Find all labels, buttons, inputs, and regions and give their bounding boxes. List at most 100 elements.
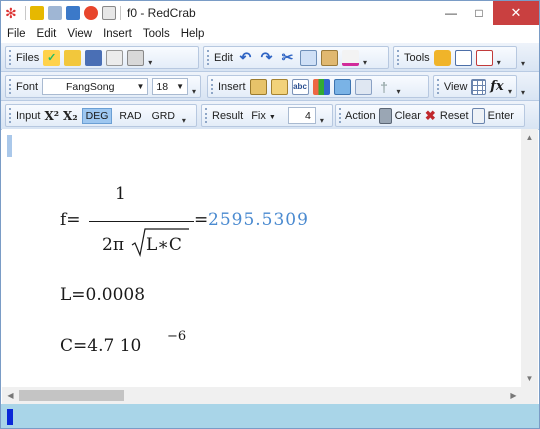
lock-icon[interactable] [433, 49, 451, 66]
check-icon[interactable]: ✓ [43, 49, 61, 66]
scroll-up-icon[interactable]: ▲ [521, 129, 538, 146]
toolbar-row-overflow-icon[interactable]: ▾ [521, 59, 525, 68]
toolbar-overflow-icon[interactable]: ▾ [192, 87, 196, 96]
quick-access-toolbar: ✻ [1, 6, 121, 20]
menu-help[interactable]: Help [181, 28, 205, 40]
window-title: f0 - RedCrab [127, 6, 196, 20]
deg-mode-button[interactable]: DEG [81, 107, 113, 124]
copy-icon[interactable] [299, 49, 317, 66]
print-icon[interactable] [127, 49, 145, 66]
f-numerator: 1 [115, 184, 126, 204]
toolbar-overflow-icon[interactable]: ▾ [497, 58, 501, 67]
horizontal-scroll-thumb[interactable] [19, 390, 124, 401]
font-size-select[interactable]: 18 ▼ [152, 78, 188, 95]
window-controls: — □ ✕ [437, 1, 539, 25]
toolbar-row-overflow-icon[interactable]: ▾ [521, 88, 525, 97]
edit-toolbar-label: Edit [214, 51, 233, 64]
close-button[interactable]: ✕ [493, 1, 539, 25]
app-window: ✻ f0 - RedCrab — □ ✕ File Edit View Inse… [0, 0, 540, 429]
enter-icon[interactable] [471, 107, 485, 124]
C-definition: C=4.7 10 [60, 336, 142, 356]
cut-icon[interactable]: ✂ [279, 49, 296, 66]
function-icon[interactable]: fx [490, 79, 504, 95]
toolbar-overflow-icon[interactable]: ▾ [148, 58, 152, 67]
clear-icon[interactable] [378, 107, 392, 124]
tools-toolbar-label: Tools [404, 51, 430, 64]
toolbar-overflow-icon[interactable]: ▾ [397, 87, 401, 96]
horizontal-scrollbar[interactable]: ◀ ▶ [2, 387, 522, 404]
open-folder-icon[interactable] [64, 49, 82, 66]
menu-insert[interactable]: Insert [103, 28, 132, 40]
scroll-down-icon[interactable]: ▼ [521, 370, 538, 387]
font-name-select[interactable]: FangSong ▼ [42, 78, 149, 95]
app-logo-icon[interactable]: ✻ [5, 6, 21, 20]
toolbar-row-2: Font FangSong ▼ 18 ▼ ▾ Insert abc † ▾ Vi… [1, 72, 539, 101]
paste-icon[interactable] [320, 49, 338, 66]
toolbar-overflow-icon[interactable]: ▾ [363, 58, 367, 67]
insert-text-icon[interactable]: abc [291, 78, 309, 95]
qa-divider [120, 6, 121, 20]
clear-button[interactable]: Clear [395, 110, 421, 122]
print-preview-icon[interactable] [106, 49, 124, 66]
grd-mode-button[interactable]: GRD [149, 109, 178, 123]
redo-icon[interactable]: ↷ [258, 49, 275, 66]
no-format-icon[interactable] [475, 49, 493, 66]
toolbar-grip[interactable] [9, 79, 12, 94]
toolbar-grip[interactable] [339, 108, 342, 123]
menu-tools[interactable]: Tools [143, 28, 170, 40]
files-toolbar: Files ✓ ▾ [5, 46, 199, 69]
precision-input[interactable]: 4 [287, 107, 316, 124]
toolbar-grip[interactable] [9, 50, 12, 65]
f-denominator-prefix: 2π [102, 235, 124, 255]
list-icon[interactable] [454, 49, 472, 66]
maximize-button[interactable]: □ [465, 1, 493, 25]
menu-edit[interactable]: Edit [37, 28, 57, 40]
insert-chart-icon[interactable] [312, 78, 330, 95]
title-bar: ✻ f0 - RedCrab — □ ✕ [1, 1, 539, 25]
toolbar-overflow-icon[interactable]: ▾ [508, 87, 512, 96]
superscript-button[interactable]: X² [44, 109, 59, 123]
record-icon[interactable] [84, 6, 98, 20]
insert-object-icon[interactable] [270, 78, 288, 95]
toolbar-overflow-icon[interactable]: ▾ [320, 116, 324, 125]
grid-view-icon[interactable] [471, 78, 486, 95]
toolbar-grip[interactable] [211, 79, 214, 94]
worksheet-area[interactable]: f= 1 2π L∗C = 2595.5309 L=0.0008 C=4.7 1… [2, 129, 522, 387]
vertical-scrollbar[interactable]: ▲ ▼ [521, 129, 538, 387]
document-icon[interactable] [102, 6, 116, 20]
save-icon[interactable] [85, 49, 103, 66]
grid-icon[interactable] [66, 6, 80, 20]
result-toolbar-label: Result [212, 109, 244, 122]
toolbar-grip[interactable] [207, 50, 210, 65]
insert-link-icon[interactable] [354, 78, 372, 95]
files-toolbar-label: Files [16, 51, 40, 64]
rad-mode-button[interactable]: RAD [116, 109, 144, 123]
delete-icon[interactable] [341, 49, 359, 66]
insert-image-icon[interactable] [333, 78, 351, 95]
toolbar-grip[interactable] [205, 108, 208, 123]
insert-plot-icon[interactable]: † [376, 79, 393, 95]
undo-icon[interactable]: ↶ [237, 49, 254, 66]
result-format-dropdown[interactable]: Fix ▼ [251, 110, 276, 122]
insert-table-icon[interactable] [249, 78, 267, 95]
view-toolbar-label: View [443, 80, 468, 93]
font-toolbar-label: Font [15, 80, 38, 93]
toolbar-grip[interactable] [437, 79, 440, 94]
reset-button[interactable]: Reset [440, 110, 469, 122]
scroll-right-icon[interactable]: ▶ [505, 387, 522, 404]
enter-button[interactable]: Enter [488, 110, 514, 122]
menu-view[interactable]: View [67, 28, 92, 40]
toolbar-grip[interactable] [9, 108, 12, 123]
toolbar-overflow-icon[interactable]: ▾ [182, 116, 186, 125]
minimize-button[interactable]: — [437, 1, 465, 25]
menu-file[interactable]: File [7, 28, 26, 40]
toolbar-row-3: Input X² X₂ DEG RAD GRD ▾ Result Fix ▼ 4… [1, 101, 539, 130]
toolbar-grip[interactable] [397, 50, 400, 65]
check-icon[interactable] [30, 6, 44, 20]
f-denominator-radicand: L∗C [146, 235, 182, 255]
scroll-left-icon[interactable]: ◀ [2, 387, 19, 404]
copy-doc-icon[interactable] [48, 6, 62, 20]
L-definition: L=0.0008 [60, 285, 146, 305]
reset-icon[interactable]: ✖ [424, 108, 437, 124]
subscript-button[interactable]: X₂ [63, 109, 78, 123]
